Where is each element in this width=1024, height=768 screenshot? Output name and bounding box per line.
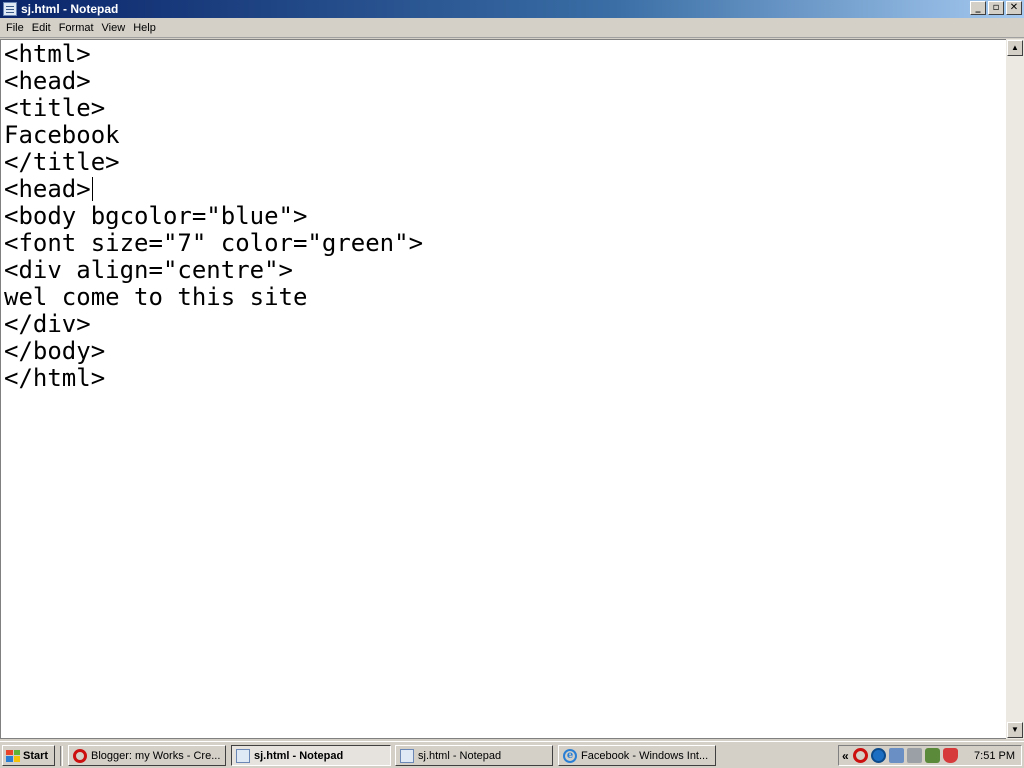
maximize-button[interactable]: ▫ [988, 1, 1004, 15]
notepad-icon[interactable] [3, 2, 17, 16]
notepad-icon [236, 748, 250, 763]
scroll-up-button[interactable]: ▲ [1007, 40, 1023, 56]
system-tray: « 7:51 PM [838, 745, 1022, 766]
window-title: sj.html - Notepad [21, 2, 119, 16]
task-label: Blogger: my Works - Cre... [91, 749, 221, 762]
minimize-button[interactable]: _ [970, 1, 986, 15]
menu-file[interactable]: File [2, 22, 28, 34]
code-line: </div> [4, 310, 91, 338]
code-line: wel come to this site [4, 283, 308, 311]
close-button[interactable]: ✕ [1006, 1, 1022, 15]
window-controls: _ ▫ ✕ [968, 1, 1022, 15]
menu-bar: File Edit Format View Help [0, 18, 1024, 38]
start-label: Start [23, 749, 49, 762]
taskbar: Start Blogger: my Works - Cre... sj.html… [0, 741, 1024, 768]
start-button[interactable]: Start [2, 745, 55, 766]
antivirus-tray-icon[interactable] [942, 748, 958, 763]
title-bar[interactable]: sj.html - Notepad _ ▫ ✕ [0, 0, 1024, 18]
task-blogger[interactable]: Blogger: my Works - Cre... [68, 745, 226, 766]
text-editor[interactable]: <html> <head> <title> Facebook </title> … [0, 39, 1006, 739]
code-line-text: <head> [4, 175, 91, 203]
mouse-tray-icon[interactable] [924, 748, 940, 763]
taskbar-separator [60, 746, 63, 766]
task-notepad[interactable]: sj.html - Notepad [395, 745, 553, 766]
code-line-with-caret: <head> [1, 176, 1006, 203]
opera-icon [73, 748, 87, 763]
network-tray-icon[interactable] [888, 748, 904, 763]
text-caret [91, 177, 93, 201]
code-line: <font size="7" color="green"> [4, 229, 424, 257]
clock[interactable]: 7:51 PM [974, 750, 1015, 762]
code-line: <head> [4, 67, 91, 95]
windows-logo-icon [6, 749, 20, 762]
code-line: </html> [4, 364, 106, 392]
code-line: </body> [4, 337, 106, 365]
scroll-down-button[interactable]: ▼ [1007, 722, 1023, 738]
code-line: <body bgcolor="blue"> [4, 202, 308, 230]
menu-view[interactable]: View [98, 22, 130, 34]
menu-help[interactable]: Help [129, 22, 160, 34]
menu-edit[interactable]: Edit [28, 22, 55, 34]
security-tray-icon[interactable] [870, 748, 886, 763]
code-line: <div align="centre"> [4, 256, 293, 284]
code-line: </title> [4, 148, 120, 176]
task-label: Facebook - Windows Int... [581, 749, 709, 762]
task-label: sj.html - Notepad [418, 749, 502, 762]
code-line: <title> [4, 94, 106, 122]
opera-tray-icon[interactable] [852, 748, 868, 763]
show-hidden-icons-chevron[interactable]: « [842, 749, 849, 763]
internet-explorer-icon: e [563, 748, 577, 763]
vertical-scrollbar[interactable]: ▲ ▼ [1006, 39, 1024, 739]
volume-tray-icon[interactable] [906, 748, 922, 763]
code-line: <html> [4, 40, 91, 68]
code-line: Facebook [4, 121, 120, 149]
notepad-icon [400, 748, 414, 763]
task-notepad-active[interactable]: sj.html - Notepad [231, 745, 391, 766]
editor-content: <html> <head> <title> Facebook </title> … [1, 40, 1006, 392]
task-facebook-ie[interactable]: e Facebook - Windows Int... [558, 745, 716, 766]
task-label: sj.html - Notepad [254, 749, 344, 762]
menu-format[interactable]: Format [55, 22, 98, 34]
